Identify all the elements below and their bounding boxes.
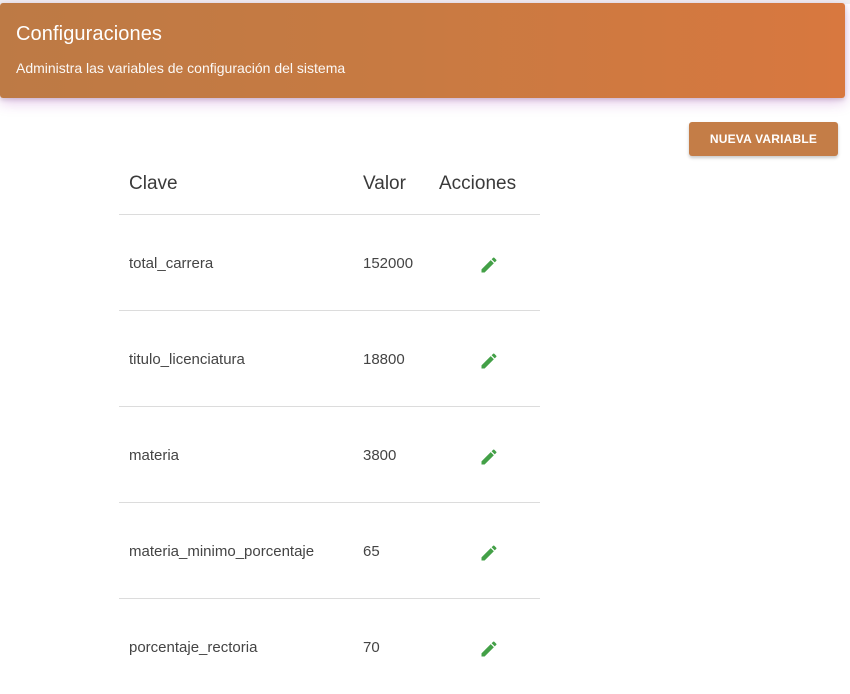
edit-button[interactable] bbox=[476, 540, 502, 566]
page-title: Configuraciones bbox=[16, 23, 163, 45]
table-row: porcentaje_rectoria 70 bbox=[119, 599, 540, 694]
row-value: 152000 bbox=[363, 255, 414, 272]
table-header-row: Clave Valor Acciones bbox=[119, 153, 540, 215]
column-header-key: Clave bbox=[129, 173, 178, 194]
edit-button[interactable] bbox=[476, 348, 502, 374]
edit-button[interactable] bbox=[476, 636, 502, 662]
configuration-table: Clave Valor Acciones total_carrera 15200… bbox=[119, 153, 540, 694]
edit-icon bbox=[481, 641, 497, 657]
edit-icon bbox=[481, 257, 497, 273]
table-row: total_carrera 152000 bbox=[119, 215, 540, 311]
edit-button[interactable] bbox=[476, 444, 502, 470]
row-value: 70 bbox=[363, 639, 380, 656]
row-key: porcentaje_rectoria bbox=[129, 639, 258, 656]
table-row: materia 3800 bbox=[119, 407, 540, 503]
new-variable-button[interactable]: NUEVA VARIABLE bbox=[689, 122, 838, 156]
edit-icon bbox=[481, 449, 497, 465]
row-value: 18800 bbox=[363, 351, 405, 368]
edit-icon bbox=[481, 353, 497, 369]
edit-icon bbox=[481, 545, 497, 561]
column-header-actions: Acciones bbox=[439, 173, 517, 194]
page-subtitle: Administra las variables de configuració… bbox=[16, 60, 346, 76]
row-key: materia bbox=[129, 447, 180, 464]
table-row: titulo_licenciatura 18800 bbox=[119, 311, 540, 407]
row-value: 65 bbox=[363, 543, 380, 560]
row-value: 3800 bbox=[363, 447, 397, 464]
row-key: total_carrera bbox=[129, 255, 214, 272]
edit-button[interactable] bbox=[476, 252, 502, 278]
configuration-page: Configuraciones Administra las variables… bbox=[0, 0, 850, 694]
page-header-card: Configuraciones Administra las variables… bbox=[0, 3, 845, 98]
table-row: materia_minimo_porcentaje 65 bbox=[119, 503, 540, 599]
row-key: materia_minimo_porcentaje bbox=[129, 543, 315, 560]
row-key: titulo_licenciatura bbox=[129, 351, 245, 368]
column-header-value: Valor bbox=[363, 173, 406, 194]
